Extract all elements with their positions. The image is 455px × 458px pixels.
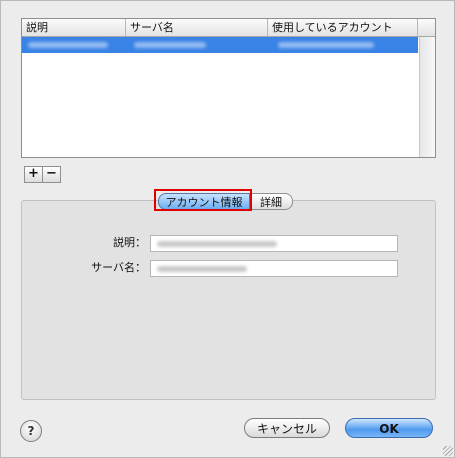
account-settings-panel: 説明： サーバ名： (21, 200, 436, 400)
remove-account-button[interactable]: − (42, 166, 61, 183)
server-name-label: サーバ名： (91, 261, 146, 274)
table-row[interactable] (22, 37, 418, 53)
server-name-field-value (157, 266, 247, 272)
accounts-table[interactable]: 説明 サーバ名 使用しているアカウント (21, 18, 436, 158)
tab-account-info[interactable]: アカウント情報 (158, 193, 250, 210)
resize-grip-icon[interactable] (443, 446, 453, 456)
row-description-cell (28, 42, 108, 48)
column-header-description[interactable]: 説明 (22, 19, 126, 36)
row-account-cell (278, 42, 374, 48)
column-header-account[interactable]: 使用しているアカウント (268, 19, 418, 36)
column-header-server[interactable]: サーバ名 (126, 19, 268, 36)
description-label: 説明： (113, 236, 146, 249)
cancel-button[interactable]: キャンセル (244, 418, 330, 438)
help-button[interactable]: ? (20, 420, 42, 442)
description-field[interactable] (150, 235, 398, 252)
table-header: 説明 サーバ名 使用しているアカウント (22, 19, 435, 37)
tab-details[interactable]: 詳細 (250, 193, 293, 210)
description-field-value (157, 241, 277, 247)
ok-button[interactable]: OK (345, 418, 433, 438)
row-server-cell (134, 42, 206, 48)
server-name-field[interactable] (150, 260, 398, 277)
table-scrollbar[interactable] (419, 37, 435, 157)
add-account-button[interactable]: + (24, 166, 43, 183)
